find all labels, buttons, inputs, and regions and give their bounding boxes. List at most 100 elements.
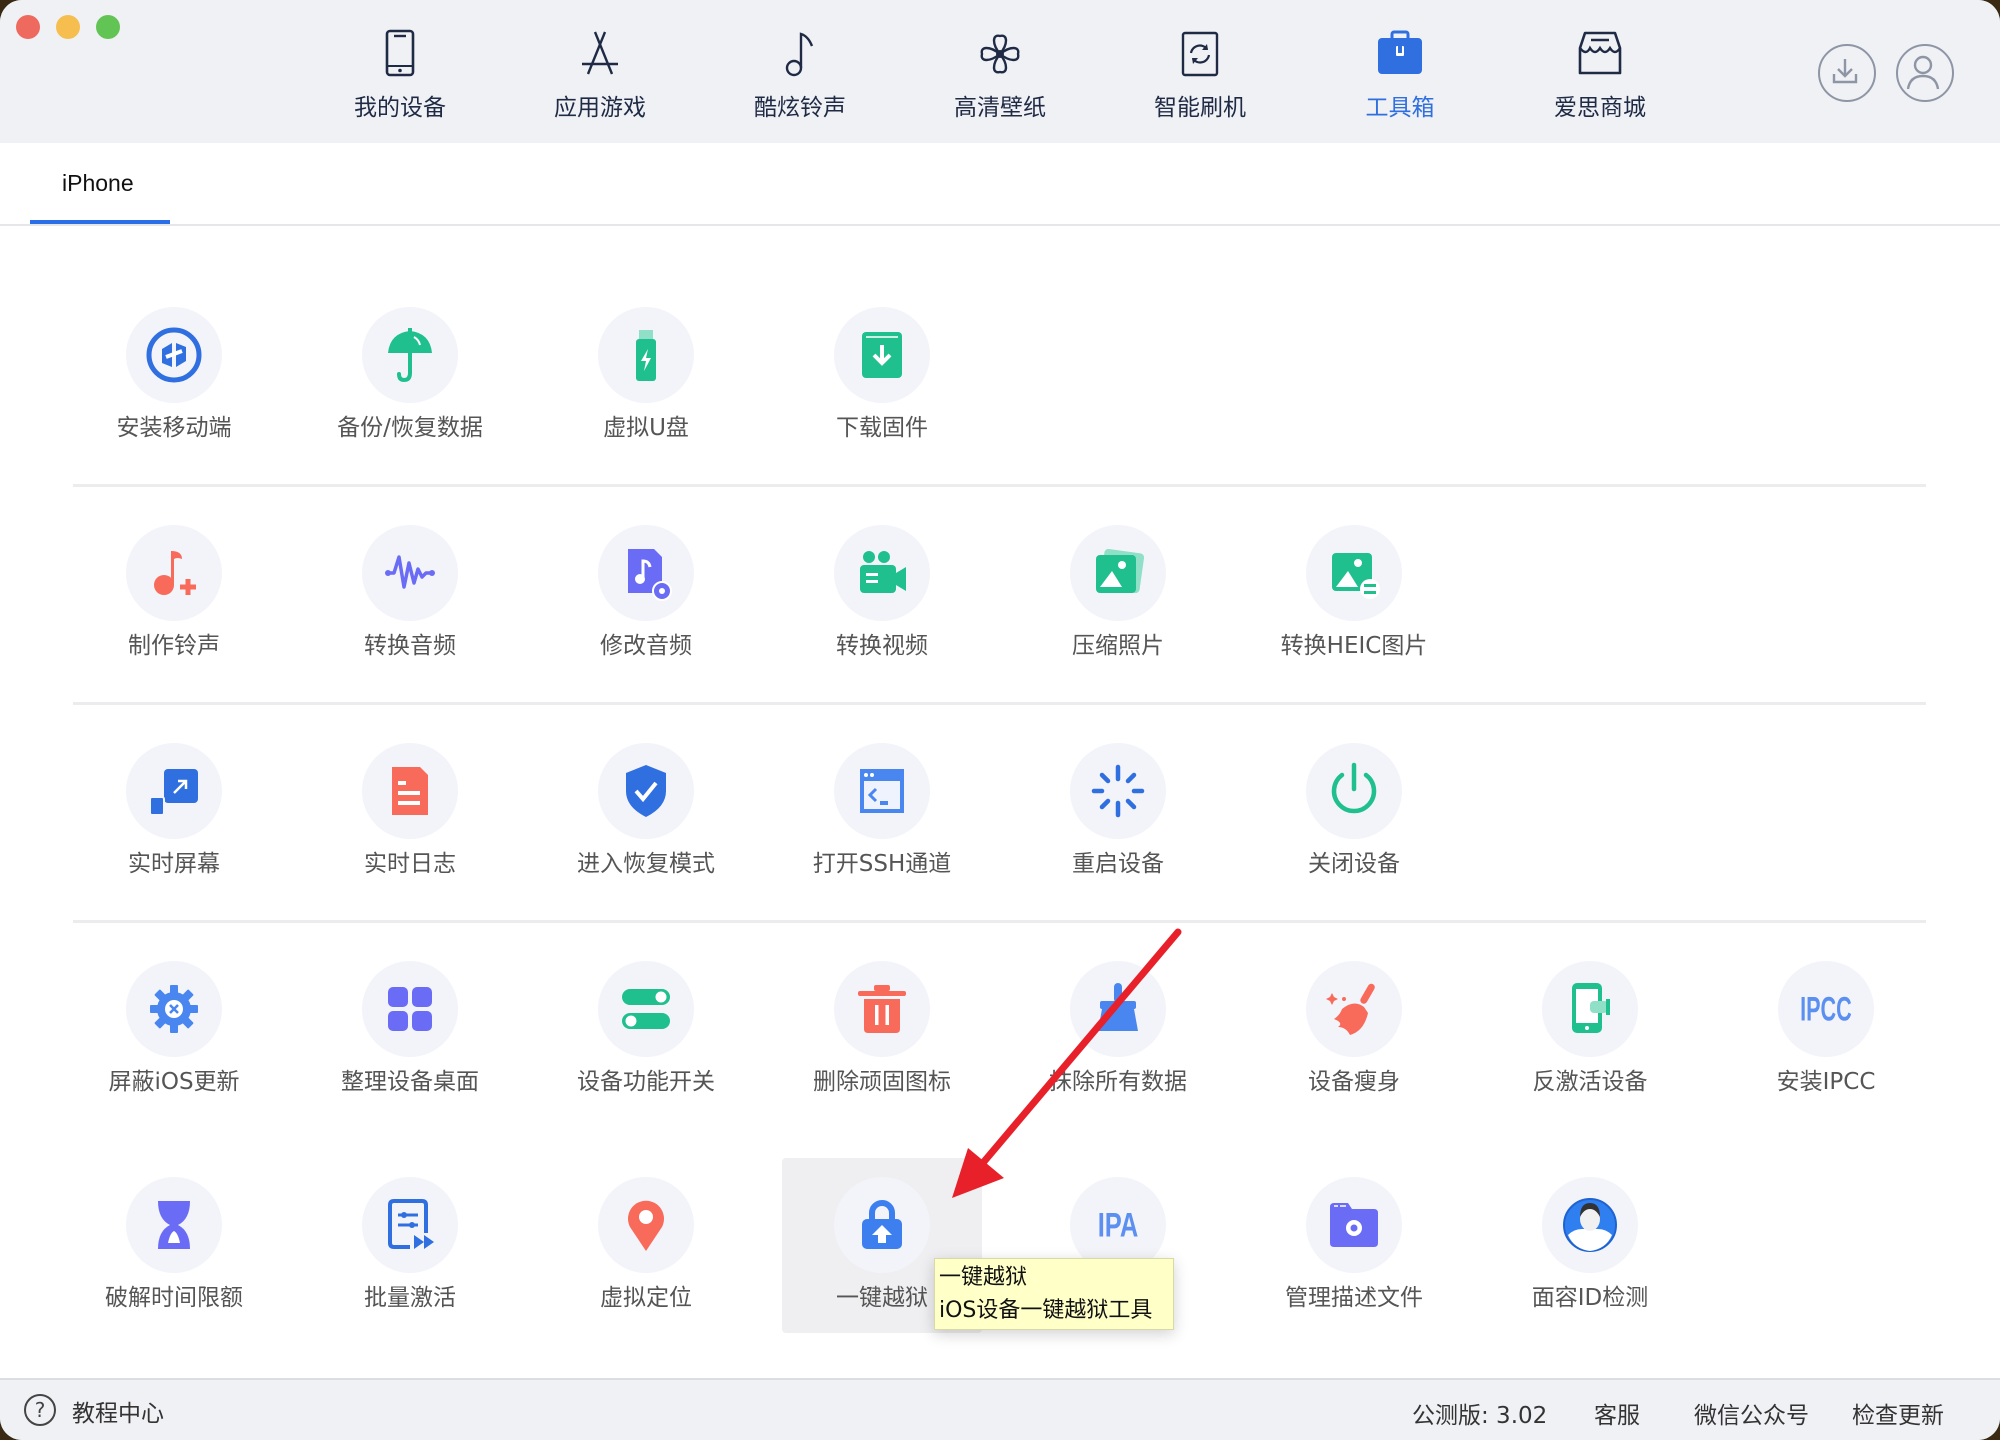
tool-open-ssh[interactable]: 打开SSH通道 [772, 726, 992, 901]
tool-convert-video[interactable]: 转换视频 [772, 508, 992, 683]
tool-label: 进入恢复模式 [577, 851, 715, 877]
shield-check-icon [626, 765, 666, 817]
nav-wallpapers[interactable]: 高清壁纸 [920, 22, 1080, 126]
tool-label: 反激活设备 [1532, 1069, 1648, 1095]
tool-label: 转换音频 [364, 633, 456, 659]
nav-apps-games[interactable]: 应用游戏 [520, 22, 680, 126]
nav-toolbox[interactable]: 工具箱 [1320, 22, 1480, 126]
tool-download-firmware[interactable]: 下载固件 [772, 290, 992, 465]
tool-label: 实时屏幕 [128, 851, 220, 877]
music-note-icon [785, 32, 814, 77]
tool-label: 设备瘦身 [1308, 1069, 1400, 1095]
video-camera-icon [860, 551, 906, 593]
download-manager-button[interactable] [1818, 44, 1876, 102]
audio-file-gear-icon [628, 549, 672, 601]
tool-live-screen[interactable]: 实时屏幕 [64, 726, 284, 901]
tool-label: 实时日志 [364, 851, 456, 877]
tool-convert-heic[interactable]: 转换HEIC图片 [1244, 508, 1464, 683]
tool-batch-activate[interactable]: 批量激活 [300, 1160, 520, 1335]
nav-my-device[interactable]: 我的设备 [320, 22, 480, 126]
tool-manage-profiles[interactable]: 管理描述文件 [1244, 1160, 1464, 1335]
tool-install-ipcc[interactable]: IPCC 安装IPCC [1716, 944, 1936, 1119]
nav-store[interactable]: 爱思商城 [1520, 22, 1680, 126]
tool-label: 整理设备桌面 [341, 1069, 479, 1095]
tool-feature-toggles[interactable]: 设备功能开关 [536, 944, 756, 1119]
brush-icon [1098, 983, 1138, 1031]
tool-label: 虚拟定位 [600, 1285, 692, 1311]
row-divider [73, 920, 1926, 923]
tool-crack-screen-time[interactable]: 破解时间限额 [64, 1160, 284, 1335]
download-firmware-icon [862, 332, 902, 378]
tool-install-mobile[interactable]: 安装移动端 [64, 290, 284, 465]
tool-label: 重启设备 [1072, 851, 1164, 877]
tutorial-center-label: 教程中心 [72, 1401, 164, 1427]
restart-spinner-icon [1091, 764, 1145, 818]
tool-virtual-location[interactable]: 虚拟定位 [536, 1160, 756, 1335]
tool-organize-home[interactable]: 整理设备桌面 [300, 944, 520, 1119]
app-window: 我的设备 应用游戏 酷炫铃声 高清壁纸 智能刷机 工具箱 爱思商城 iPhone… [0, 0, 2000, 1440]
nav-ringtones[interactable]: 酷炫铃声 [720, 22, 880, 126]
nav-smart-flash[interactable]: 智能刷机 [1120, 22, 1280, 126]
tool-convert-audio[interactable]: 转换音频 [300, 508, 520, 683]
tool-label: 安装移动端 [116, 415, 232, 441]
wechat-official-account-link[interactable]: 微信公众号 [1694, 1396, 1809, 1430]
tool-label: 删除顽固图标 [813, 1069, 951, 1095]
refresh-box-icon [1181, 31, 1219, 77]
tool-compress-photos[interactable]: 压缩照片 [1008, 508, 1228, 683]
row-divider [73, 702, 1926, 705]
tool-label: 面容ID检测 [1531, 1285, 1649, 1311]
broom-sparkle-icon [1326, 983, 1375, 1035]
tool-restart-device[interactable]: 重启设备 [1008, 726, 1228, 901]
tool-label: 转换视频 [836, 633, 928, 659]
nav-label: 智能刷机 [1154, 95, 1246, 121]
tool-recovery-mode[interactable]: 进入恢复模式 [536, 726, 756, 901]
tab-iphone[interactable]: iPhone [30, 160, 170, 226]
tool-make-ringtone[interactable]: 制作铃声 [64, 508, 284, 683]
photo-compress-icon [1096, 548, 1145, 594]
flower-icon [980, 34, 1020, 74]
tool-label: 关闭设备 [1308, 851, 1400, 877]
tool-device-cleanup[interactable]: 设备瘦身 [1244, 944, 1464, 1119]
tool-label: 安装IPCC [1776, 1069, 1876, 1095]
tool-delete-stubborn-icons[interactable]: 删除顽固图标 [772, 944, 992, 1119]
tool-deactivate-device[interactable]: 反激活设备 [1480, 944, 1700, 1119]
power-icon [1331, 762, 1377, 814]
user-account-button[interactable] [1896, 44, 1954, 102]
window-close-button[interactable] [16, 15, 40, 39]
tool-label: 虚拟U盘 [603, 415, 689, 441]
phone-icon [385, 29, 415, 77]
tool-backup-restore[interactable]: 备份/恢复数据 [300, 290, 520, 465]
toggles-icon [622, 989, 670, 1029]
tool-shutdown-device[interactable]: 关闭设备 [1244, 726, 1464, 901]
terminal-icon [860, 769, 904, 813]
tool-label: 屏蔽iOS更新 [108, 1069, 240, 1095]
store-icon [1578, 31, 1622, 75]
tool-erase-all-data[interactable]: 抹除所有数据 [1008, 944, 1228, 1119]
phone-deactivate-icon [1572, 983, 1610, 1033]
tool-label: 压缩照片 [1072, 633, 1164, 659]
tool-label: 破解时间限额 [105, 1285, 243, 1311]
svg-text:IPCC: IPCC [1800, 990, 1852, 1028]
check-update-link[interactable]: 检查更新 [1852, 1396, 1944, 1430]
window-maximize-button[interactable] [96, 15, 120, 39]
nav-label: 酷炫铃声 [754, 95, 846, 121]
window-minimize-button[interactable] [56, 15, 80, 39]
nav-label: 高清壁纸 [954, 95, 1046, 121]
screen-mirror-icon [149, 769, 198, 816]
waveform-icon [385, 555, 435, 589]
tool-block-ios-update[interactable]: 屏蔽iOS更新 [64, 944, 284, 1119]
tool-virtual-usb[interactable]: 虚拟U盘 [536, 290, 756, 465]
tool-label: 管理描述文件 [1285, 1285, 1423, 1311]
user-icon [1906, 55, 1940, 90]
tooltip-title: 一键越狱 [939, 1265, 1028, 1290]
folder-gear-icon [1330, 1203, 1378, 1247]
tool-edit-audio[interactable]: 修改音频 [536, 508, 756, 683]
nav-label: 爱思商城 [1554, 95, 1646, 121]
log-document-icon [392, 767, 428, 815]
toolbox-icon [1378, 30, 1422, 74]
grid-apps-icon [388, 987, 432, 1031]
download-icon [1832, 59, 1858, 84]
customer-service-link[interactable]: 客服 [1594, 1396, 1640, 1430]
tool-live-log[interactable]: 实时日志 [300, 726, 520, 901]
tool-face-id-check[interactable]: 面容ID检测 [1480, 1160, 1700, 1335]
